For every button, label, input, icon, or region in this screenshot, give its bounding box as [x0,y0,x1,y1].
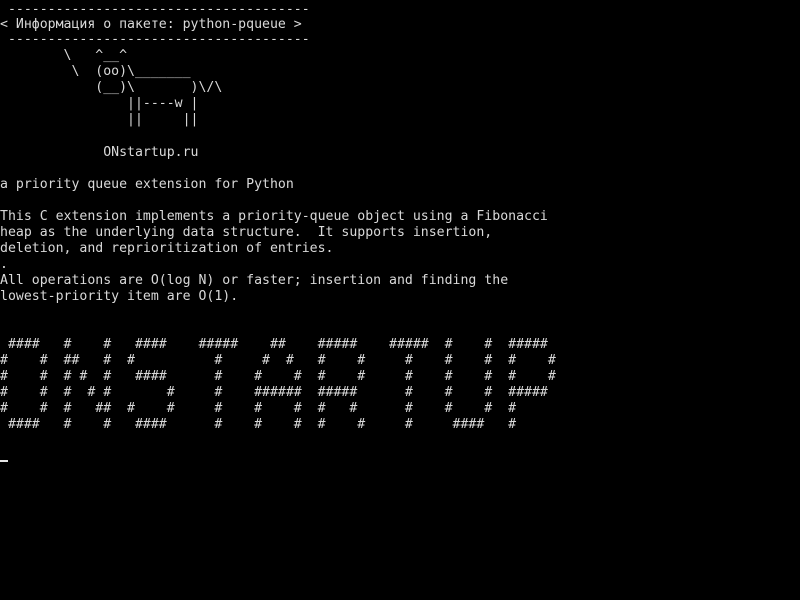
cow-ascii-line: || || [0,112,199,127]
description-line: . [0,257,8,272]
description-line: lowest-priority item are O(1). [0,289,239,304]
ascii-banner-line: # # # # # # # ###### ##### # # # ##### [0,385,548,400]
description-line: All operations are O(log N) or faster; i… [0,273,509,288]
ascii-banner-line: #### # # #### # # # # # # #### # [0,417,517,432]
cow-ascii-line: \ ^__^ [0,48,128,63]
package-summary: a priority queue extension for Python [0,177,294,192]
description-line: This C extension implements a priority-q… [0,209,548,224]
cowsay-bubble-top: -------------------------------------- [0,2,310,17]
cow-ascii-line: \ (oo)\_______ [0,64,191,79]
ascii-banner-line: # # # ## # # # # # # # # # # # [0,401,517,416]
ascii-banner-line: # # # # # #### # # # # # # # # # # [0,369,556,384]
description-line: heap as the underlying data structure. I… [0,225,493,240]
cowsay-bubble-bottom: -------------------------------------- [0,32,310,47]
cowsay-bubble-text: < Информация о пакете: python-pqueue > [0,17,302,32]
terminal-screen[interactable]: -------------------------------------- <… [0,0,800,600]
ascii-banner-line: #### # # #### ##### ## ##### ##### # # #… [0,337,548,352]
site-name: ONstartup.ru [0,145,199,160]
cow-ascii-line: (__)\ )\/\ [0,80,223,95]
terminal-cursor [0,460,8,462]
ascii-banner-line: # # ## # # # # # # # # # # # # [0,353,556,368]
description-line: deletion, and reprioritization of entrie… [0,241,334,256]
cow-ascii-line: ||----w | [0,96,199,111]
